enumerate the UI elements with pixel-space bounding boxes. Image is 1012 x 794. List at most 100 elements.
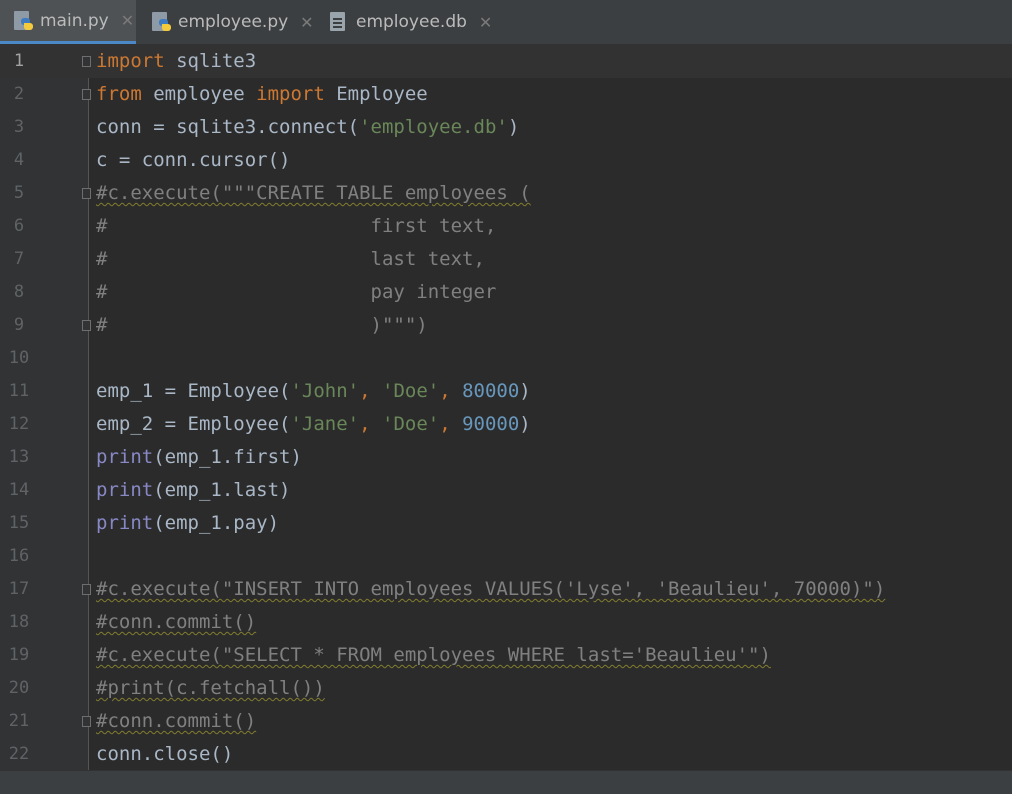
- code-line[interactable]: 12 emp_2 = Employee('Jane', 'Doe', 90000…: [0, 408, 1012, 441]
- code-line[interactable]: 14 print(emp_1.last): [0, 474, 1012, 507]
- code-token: emp_1 = Employee(: [96, 380, 291, 402]
- comment-text: #c.execute("INSERT INTO employees VALUES…: [96, 578, 886, 600]
- database-file-icon: [330, 12, 346, 32]
- close-icon[interactable]: ✕: [300, 13, 313, 32]
- code-text: print(emp_1.pay): [96, 507, 279, 540]
- code-line[interactable]: 18 #conn.commit(): [0, 606, 1012, 639]
- tab-main-py[interactable]: main.py ✕: [0, 0, 136, 44]
- code-text: emp_1 = Employee('John', 'Doe', 80000): [96, 375, 531, 408]
- code-line[interactable]: 1 import sqlite3: [0, 45, 1012, 78]
- fold-marker-icon[interactable]: [82, 716, 91, 727]
- close-icon[interactable]: ✕: [121, 11, 134, 30]
- fold-marker-icon[interactable]: [82, 56, 91, 67]
- code-token: sqlite3: [164, 50, 257, 72]
- code-line[interactable]: 9 # )"""): [0, 309, 1012, 342]
- builtin-token: print: [96, 446, 154, 468]
- line-number: 17: [8, 579, 30, 599]
- line-number: 14: [8, 480, 30, 500]
- punctuation-token: ,: [359, 413, 382, 435]
- builtin-token: print: [96, 512, 154, 534]
- comment-text: # last text,: [96, 248, 485, 270]
- code-text: from employee import Employee: [96, 78, 428, 111]
- code-text: conn = sqlite3.connect('employee.db'): [96, 111, 519, 144]
- keyword-token: import: [96, 50, 165, 72]
- builtin-token: print: [96, 479, 154, 501]
- punctuation-token: ,: [439, 413, 463, 435]
- comment-text: #conn.commit(): [96, 710, 257, 732]
- comment-text: # first text,: [96, 215, 497, 237]
- code-token: (emp_1.first): [153, 446, 302, 468]
- line-number: 5: [13, 183, 25, 203]
- code-token: ): [519, 413, 531, 435]
- tab-label: main.py: [40, 10, 109, 31]
- code-line[interactable]: 15 print(emp_1.pay): [0, 507, 1012, 540]
- keyword-token: from: [96, 83, 142, 105]
- code-line[interactable]: 13 print(emp_1.first): [0, 441, 1012, 474]
- close-icon[interactable]: ✕: [479, 13, 492, 32]
- code-token: (emp_1.pay): [153, 512, 280, 534]
- code-line[interactable]: 8 # pay integer: [0, 276, 1012, 309]
- string-token: 'John': [290, 380, 360, 402]
- code-token: Employee: [324, 83, 428, 105]
- code-token: emp_2 = Employee(: [96, 413, 291, 435]
- comment-text: # pay integer: [96, 281, 497, 303]
- code-line[interactable]: 17 #c.execute("INSERT INTO employees VAL…: [0, 573, 1012, 606]
- number-token: 90000: [462, 413, 520, 435]
- fold-marker-icon[interactable]: [82, 89, 91, 100]
- code-line[interactable]: 21 #conn.commit(): [0, 705, 1012, 738]
- number-token: 80000: [462, 380, 520, 402]
- code-text: import sqlite3: [96, 45, 256, 78]
- code-line[interactable]: 10: [0, 342, 1012, 375]
- line-number: 13: [8, 447, 30, 467]
- fold-marker-icon[interactable]: [82, 584, 91, 595]
- code-text: emp_2 = Employee('Jane', 'Doe', 90000): [96, 408, 531, 441]
- code-line[interactable]: 3 conn = sqlite3.connect('employee.db'): [0, 111, 1012, 144]
- punctuation-token: ,: [439, 380, 463, 402]
- code-text: print(emp_1.last): [96, 474, 290, 507]
- string-token: 'Doe': [382, 380, 440, 402]
- code-text: c = conn.cursor(): [96, 149, 291, 171]
- string-token: 'employee.db': [359, 116, 508, 138]
- python-file-icon: [14, 10, 34, 31]
- code-token: employee: [141, 83, 257, 105]
- tab-employee-py[interactable]: employee.py ✕: [138, 0, 314, 44]
- code-line[interactable]: 16: [0, 540, 1012, 573]
- code-line[interactable]: 22 conn.close(): [0, 738, 1012, 771]
- code-line[interactable]: 20 #print(c.fetchall()): [0, 672, 1012, 705]
- line-number: 7: [13, 249, 25, 269]
- line-number: 12: [8, 414, 30, 434]
- code-line[interactable]: 11 emp_1 = Employee('John', 'Doe', 80000…: [0, 375, 1012, 408]
- fold-marker-icon[interactable]: [82, 320, 91, 331]
- line-number: 4: [13, 150, 25, 170]
- punctuation-token: ,: [359, 380, 382, 402]
- comment-text: #c.execute("SELECT * FROM employees WHER…: [96, 644, 771, 666]
- string-token: 'Jane': [290, 413, 360, 435]
- line-number: 11: [8, 381, 30, 401]
- tab-label: employee.py: [178, 12, 289, 32]
- line-number: 2: [13, 84, 25, 104]
- code-line[interactable]: 19 #c.execute("SELECT * FROM employees W…: [0, 639, 1012, 672]
- code-token: ): [519, 380, 531, 402]
- code-line[interactable]: 4 c = conn.cursor(): [0, 144, 1012, 177]
- code-line[interactable]: 5 #c.execute("""CREATE TABLE employees (: [0, 177, 1012, 210]
- tab-label: employee.db: [356, 12, 467, 32]
- comment-text: #print(c.fetchall()): [96, 677, 325, 699]
- string-token: 'Doe': [382, 413, 440, 435]
- code-text: print(emp_1.first): [96, 441, 302, 474]
- python-file-icon: [152, 12, 172, 32]
- line-number: 18: [8, 612, 30, 632]
- comment-text: # )"""): [96, 314, 428, 336]
- fold-marker-icon[interactable]: [82, 188, 91, 199]
- code-text: conn.close(): [96, 743, 234, 765]
- tab-employee-db[interactable]: employee.db ✕: [316, 0, 496, 44]
- code-token: conn = sqlite3.connect(: [96, 116, 360, 138]
- code-line[interactable]: 2 from employee import Employee: [0, 78, 1012, 111]
- line-number: 6: [13, 216, 25, 236]
- code-line[interactable]: 6 # first text,: [0, 210, 1012, 243]
- line-number: 9: [13, 315, 25, 335]
- horizontal-scrollbar-area[interactable]: [0, 770, 1012, 794]
- line-number: 19: [8, 645, 30, 665]
- code-line[interactable]: 7 # last text,: [0, 243, 1012, 276]
- code-token: (emp_1.last): [153, 479, 291, 501]
- line-number: 16: [8, 546, 30, 566]
